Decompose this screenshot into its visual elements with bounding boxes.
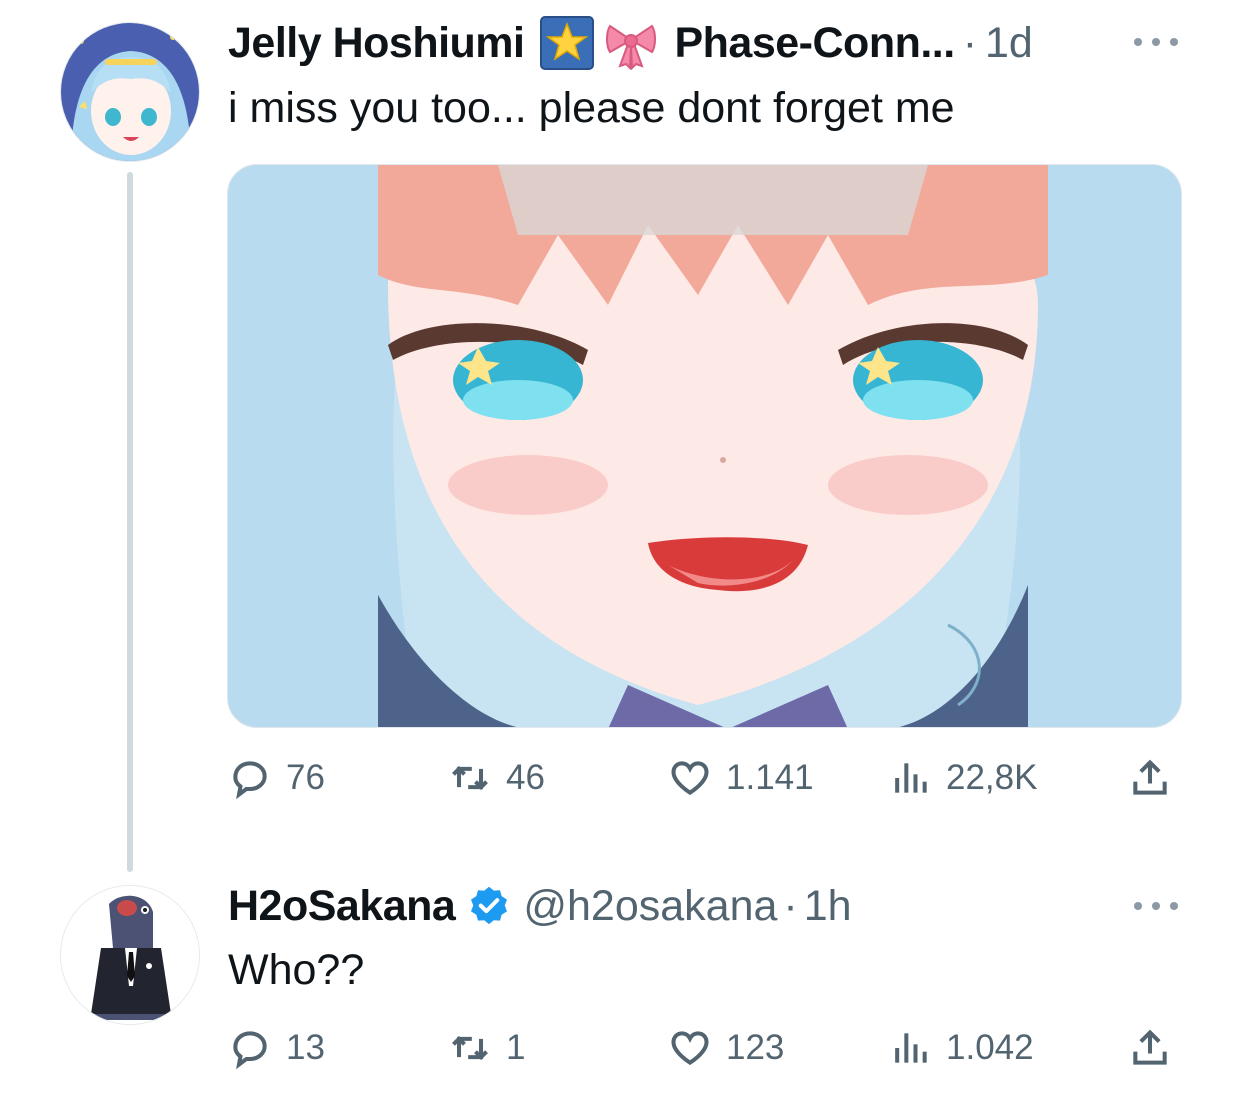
star-badge-icon [540, 16, 595, 70]
like-count: 123 [726, 1028, 785, 1067]
verified-badge-icon [467, 884, 511, 928]
share-button[interactable] [1128, 1026, 1172, 1070]
display-name[interactable]: H2oSakana [228, 880, 456, 932]
reply-button[interactable]: 76 [228, 756, 325, 800]
share-icon [1133, 759, 1167, 795]
reply-count: 13 [286, 1028, 325, 1067]
tweet-header: Jelly Hoshiumi Phase-Conn... · 1d [228, 16, 1033, 71]
reply-count: 76 [286, 758, 325, 797]
reply-icon [233, 1031, 267, 1070]
reply-button[interactable]: 13 [228, 1026, 325, 1070]
display-name[interactable]: Jelly Hoshiumi [228, 17, 525, 69]
more-options-icon[interactable] [1134, 896, 1178, 916]
anime-girl-closeup-image [228, 165, 1181, 727]
retweet-button[interactable]: 1 [448, 1026, 525, 1070]
tweet-header: H2oSakana @h2osakana · 1h [228, 880, 852, 932]
separator-dot: · [783, 882, 798, 930]
views-button[interactable]: 1.042 [888, 1026, 1034, 1070]
retweet-button[interactable]: 46 [448, 756, 545, 800]
more-options-icon[interactable] [1134, 32, 1178, 52]
tweet-text: i miss you too... please dont forget me [228, 84, 955, 132]
like-button[interactable]: 1.141 [668, 756, 814, 800]
tweet-actions: 76 46 1.141 22,8K [228, 756, 1178, 804]
separator-dot: · [962, 19, 978, 67]
heart-icon [671, 761, 709, 796]
like-button[interactable]: 123 [668, 1026, 784, 1070]
view-count: 1.042 [946, 1028, 1034, 1067]
tweet-media-image[interactable] [227, 164, 1182, 728]
retweet-count: 1 [506, 1028, 526, 1067]
user-handle[interactable]: @h2osakana [523, 880, 777, 932]
like-count: 1.141 [726, 758, 814, 797]
tweet-time[interactable]: 1h [804, 880, 852, 932]
retweet-count: 46 [506, 758, 545, 797]
tweet-actions: 13 1 123 1.042 [228, 1026, 1178, 1074]
tweet-text: Who?? [228, 946, 365, 994]
reply-icon [233, 761, 267, 800]
analytics-icon [895, 763, 927, 793]
share-button[interactable] [1128, 756, 1172, 800]
bow-icon [604, 16, 658, 71]
thread-connector-line [127, 172, 133, 872]
view-count: 22,8K [946, 758, 1038, 797]
secondary-name[interactable]: Phase-Conn... [674, 17, 955, 69]
views-button[interactable]: 22,8K [888, 756, 1037, 800]
avatar-jelly-hoshiumi[interactable] [60, 22, 200, 162]
tweet-time[interactable]: 1d [985, 17, 1033, 69]
avatar-h2osakana[interactable] [60, 885, 200, 1025]
share-icon [1133, 1029, 1167, 1065]
heart-icon [671, 1031, 709, 1066]
fish-in-suit-avatar-icon [61, 886, 199, 1024]
retweet-icon [452, 1035, 488, 1061]
anime-girl-avatar-icon [61, 23, 199, 161]
retweet-icon [452, 765, 488, 791]
analytics-icon [895, 1033, 927, 1063]
